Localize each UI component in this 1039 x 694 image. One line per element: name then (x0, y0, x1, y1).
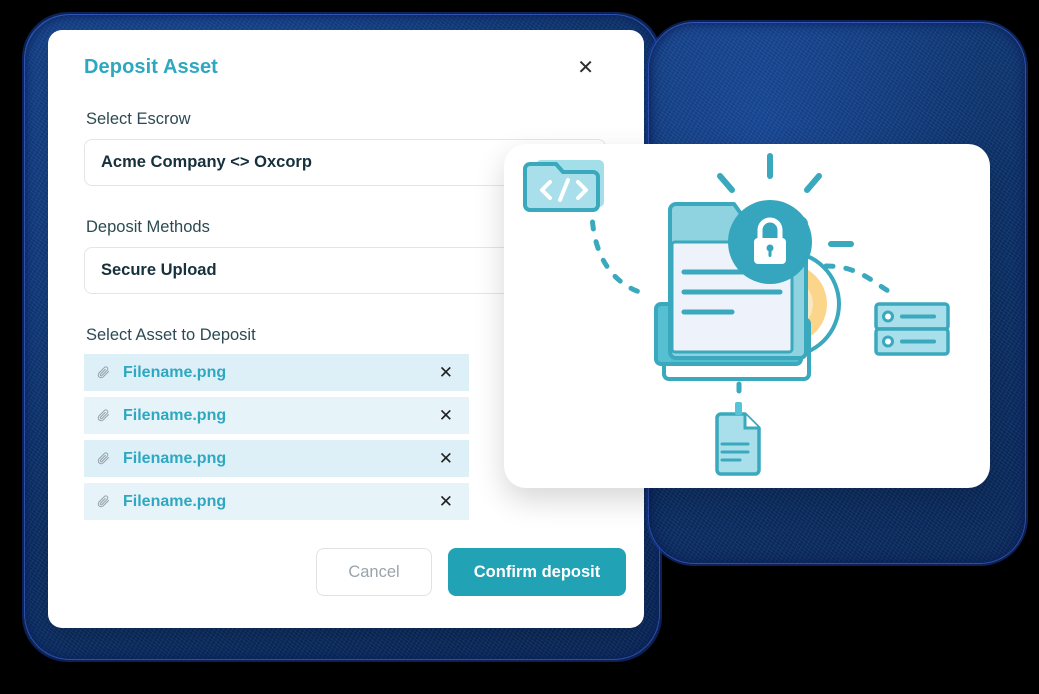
file-name: Filename.png (123, 363, 227, 381)
lock-badge-icon (728, 200, 812, 284)
secure-deposit-illustration (523, 153, 950, 476)
remove-file-button[interactable]: ✕ (437, 448, 455, 469)
paperclip-icon (97, 495, 110, 508)
remove-file-button[interactable]: ✕ (437, 491, 455, 512)
file-name: Filename.png (123, 449, 227, 467)
server-icon (874, 302, 950, 356)
paperclip-icon (97, 366, 110, 379)
paperclip-icon (97, 409, 110, 422)
file-name: Filename.png (123, 492, 227, 510)
page-title: Deposit Asset (84, 56, 218, 78)
page-background: Deposit Asset ✕ Select Escrow Acme Compa… (0, 0, 1039, 694)
cancel-button[interactable]: Cancel (316, 548, 432, 596)
document-tag-icon (715, 402, 761, 476)
list-item[interactable]: Filename.png ✕ (84, 483, 469, 521)
modal-footer: Cancel Confirm deposit (48, 548, 644, 596)
deposit-method-select-value: Secure Upload (101, 260, 217, 279)
file-name: Filename.png (123, 406, 227, 424)
escrow-select-value: Acme Company <> Oxcorp (101, 152, 312, 171)
list-item[interactable]: Filename.png ✕ (84, 440, 469, 478)
escrow-field-label: Select Escrow (86, 110, 191, 128)
asset-file-list: Filename.png ✕ Filename.png ✕ Filename.p… (84, 354, 469, 521)
illustration-card (504, 144, 990, 488)
list-item[interactable]: Filename.png ✕ (84, 397, 469, 435)
paperclip-icon (97, 452, 110, 465)
remove-file-button[interactable]: ✕ (437, 405, 455, 426)
remove-file-button[interactable]: ✕ (437, 362, 455, 383)
confirm-deposit-button[interactable]: Confirm deposit (448, 548, 626, 596)
code-folder-icon (523, 160, 604, 212)
list-item[interactable]: Filename.png ✕ (84, 354, 469, 392)
close-icon[interactable]: ✕ (571, 56, 600, 80)
modal-header: Deposit Asset ✕ (84, 56, 614, 80)
